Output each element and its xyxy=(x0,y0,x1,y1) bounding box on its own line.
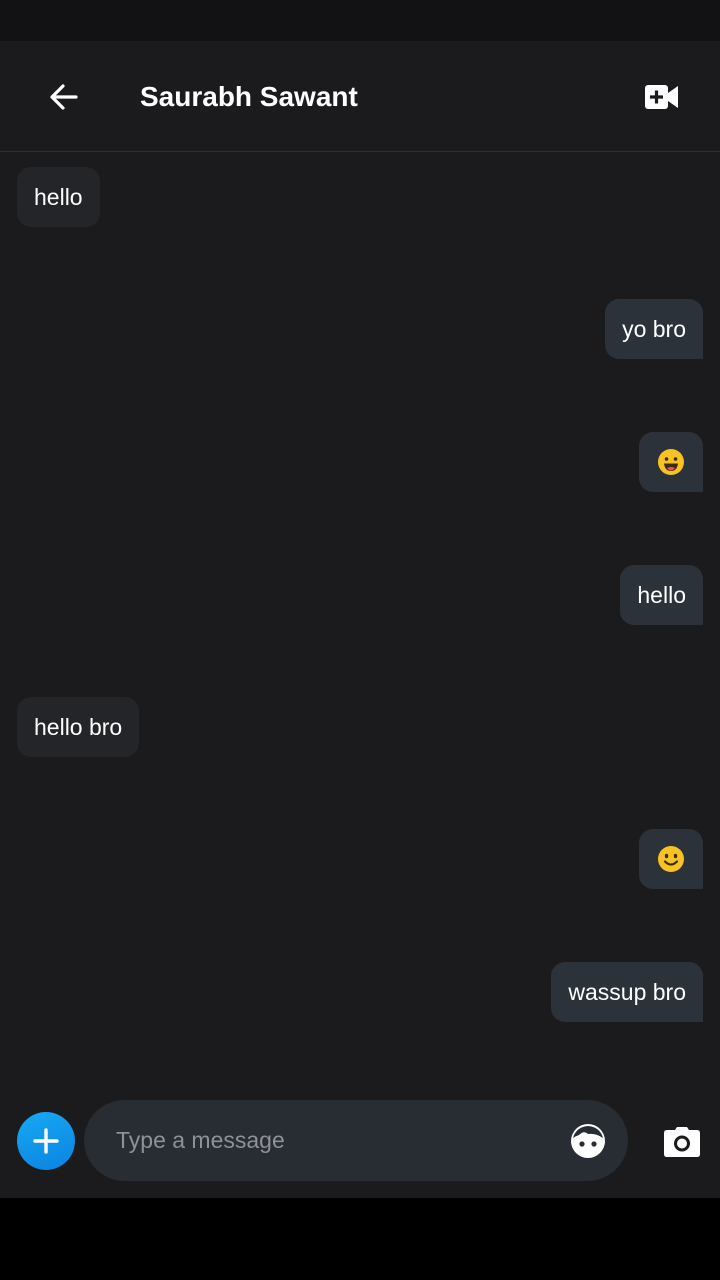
arrow-left-icon xyxy=(50,84,78,110)
message-field[interactable] xyxy=(84,1100,628,1181)
message-bubble-outgoing[interactable]: yo bro xyxy=(605,299,703,359)
video-call-button[interactable] xyxy=(636,71,688,123)
message-composer xyxy=(0,1090,720,1198)
contact-name: Saurabh Sawant xyxy=(140,81,358,112)
status-bar xyxy=(0,0,720,41)
message-text: hello xyxy=(637,581,686,608)
camera-button[interactable] xyxy=(656,1118,708,1166)
plus-icon xyxy=(33,1128,59,1154)
message-list[interactable]: hello yo bro hello hello bro wassup bro xyxy=(0,152,720,1090)
message-bubble-outgoing[interactable] xyxy=(639,829,703,889)
message-bubble-incoming[interactable]: hello bro xyxy=(17,697,140,757)
chat-header: Saurabh Sawant xyxy=(0,41,720,152)
message-text: wassup bro xyxy=(568,978,686,1005)
message-input[interactable] xyxy=(116,1100,556,1181)
add-attachment-button[interactable] xyxy=(17,1112,75,1170)
message-text: hello bro xyxy=(34,713,123,740)
smiling-face-emoji-icon xyxy=(658,846,684,872)
message-text: yo bro xyxy=(622,315,686,342)
back-button[interactable] xyxy=(36,69,92,125)
grinning-face-emoji-icon xyxy=(658,449,684,475)
video-call-icon xyxy=(645,85,678,109)
message-bubble-incoming[interactable]: hello xyxy=(17,167,100,227)
message-bubble-outgoing[interactable]: wassup bro xyxy=(551,962,703,1022)
message-bubble-outgoing[interactable] xyxy=(639,432,703,492)
sticker-face-icon[interactable] xyxy=(568,1121,608,1161)
camera-icon xyxy=(664,1127,700,1157)
message-bubble-outgoing[interactable]: hello xyxy=(620,565,703,625)
system-navigation-bar xyxy=(0,1198,720,1280)
message-text: hello xyxy=(34,183,83,210)
